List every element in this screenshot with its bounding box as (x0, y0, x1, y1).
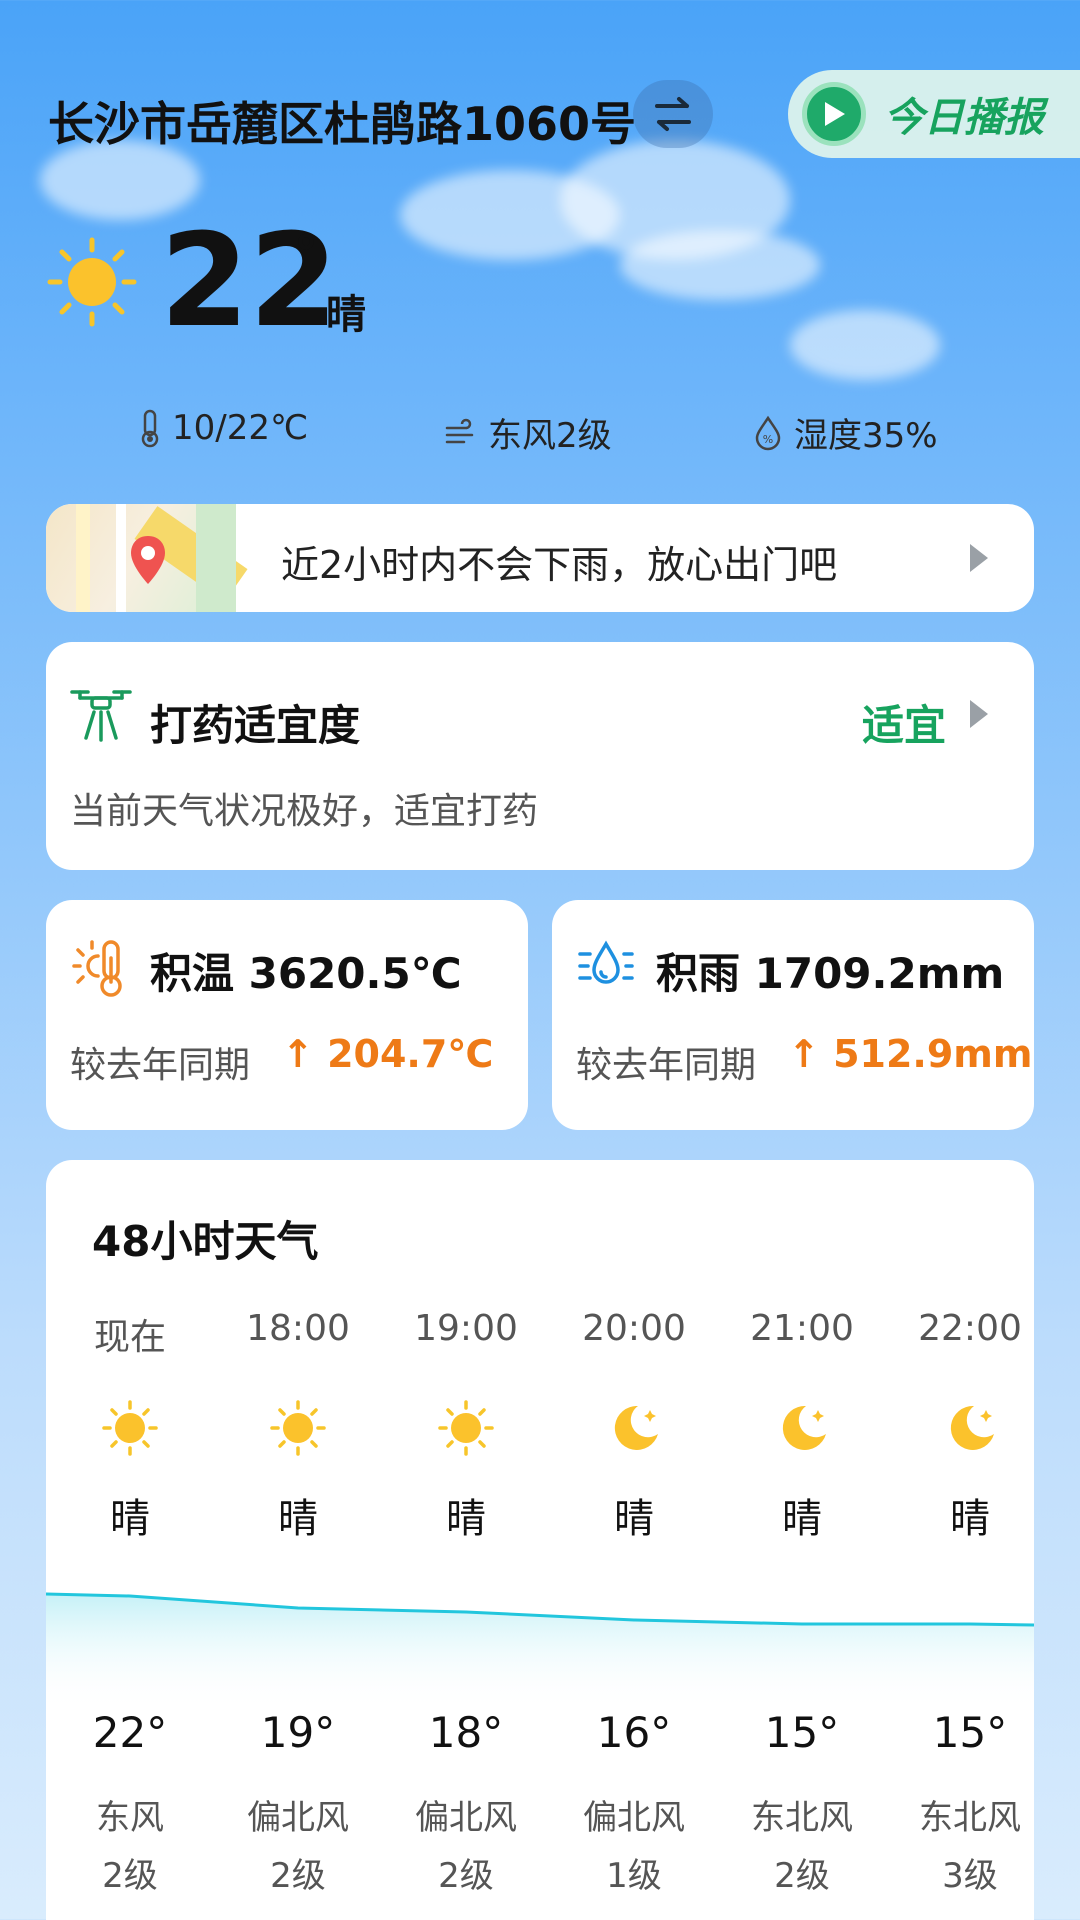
forecast-hour-wind-level: 3级 (942, 1856, 998, 1896)
drone-spray-icon (70, 690, 132, 742)
forecast-hour-condition: 晴 (614, 1496, 654, 1542)
forecast-title: 48小时天气 (92, 1217, 319, 1266)
forecast-hour-temp: 19° (260, 1708, 336, 1757)
forecast-hour-time: 20:00 (582, 1308, 686, 1349)
forecast-hour-icon (55, 1398, 205, 1458)
weather-stats: 10/22℃ 东风2级 % 湿度35% (0, 408, 1080, 458)
forecast-hour-temp: 15° (932, 1708, 1008, 1757)
forecast-hour-condition: 晴 (110, 1496, 150, 1542)
forecast-hour-wind: 东风 (96, 1798, 164, 1838)
sun-icon (47, 237, 137, 327)
forecast-hour-icon (559, 1398, 709, 1458)
sun-thermometer-icon (72, 940, 122, 997)
forecast-hour-icon (727, 1398, 877, 1458)
forecast-hour-icon (391, 1398, 541, 1458)
forecast-card: 48小时天气 现在晴 22° 东风 2级 18:00 晴 19° 偏北风 2级 19:00 晴 18°… (46, 1160, 1034, 1920)
humidity-value: 湿度35% (794, 416, 938, 456)
play-icon (802, 82, 866, 146)
svg-text:%: % (763, 433, 773, 446)
forecast-hour-time: 现在 (93, 1317, 166, 1358)
map-thumbnail (46, 504, 248, 612)
humidity-icon: % (755, 415, 781, 450)
temp-range: 10/22℃ (172, 408, 309, 448)
forecast-hour-condition: 晴 (278, 1496, 318, 1542)
forecast-hour-time: 19:00 (414, 1308, 518, 1349)
sun-icon (102, 1400, 158, 1456)
forecast-hour-wind-level: 2级 (438, 1856, 494, 1896)
forecast-hour-temp: 18° (428, 1708, 504, 1757)
accumulated-temp-compare: 较去年同期 (70, 1045, 251, 1086)
forecast-hour-temp: 15° (764, 1708, 840, 1757)
forecast-hour-wind: 偏北风 (415, 1798, 517, 1838)
moon-icon (614, 1405, 658, 1450)
forecast-hour-wind: 东北风 (919, 1798, 1021, 1838)
spray-status: 适宜 (862, 701, 947, 750)
wind-value: 东风2级 (488, 416, 612, 456)
location-pin-icon (131, 536, 165, 584)
swap-icon (655, 97, 691, 131)
forecast-hour-icon (895, 1398, 1034, 1458)
forecast-hour-wind: 偏北风 (247, 1798, 349, 1838)
accumulated-temp-card[interactable]: 积温 3620.5℃ 较去年同期 ↑ 204.7℃ (46, 900, 528, 1130)
forecast-hour-temp: 16° (596, 1708, 672, 1757)
cloud-decoration (620, 230, 820, 300)
sun-icon (270, 1400, 326, 1456)
forecast-hour-time: 22:00 (918, 1308, 1022, 1349)
wind-stat: 东风2级 (444, 408, 612, 457)
rain-notice-card[interactable]: 近2小时内不会下雨，放心出门吧 (46, 504, 1034, 612)
forecast-hour-time: 21:00 (750, 1308, 854, 1349)
forecast-hour-icon (223, 1398, 373, 1458)
moon-icon (950, 1405, 994, 1450)
temp-range-stat: 10/22℃ (138, 408, 308, 448)
accumulated-temp-title: 积温 3620.5℃ (150, 949, 462, 998)
forecast-hour-condition: 晴 (950, 1496, 990, 1542)
forecast-hour-wind-level: 2级 (270, 1856, 326, 1896)
forecast-hour-wind: 东北风 (751, 1798, 853, 1838)
forecast-hour-condition: 晴 (446, 1496, 486, 1542)
forecast-hour-wind-level: 2级 (774, 1856, 830, 1896)
forecast-hour-wind: 偏北风 (583, 1798, 685, 1838)
sun-icon (438, 1400, 494, 1456)
temperature-trend-line (46, 1592, 1034, 1710)
thermometer-icon (141, 409, 159, 448)
switch-location-button[interactable] (633, 80, 713, 148)
location-title[interactable]: 长沙市岳麓区杜鹃路1060号 (48, 88, 636, 154)
chevron-right-icon (970, 700, 988, 728)
chevron-right-icon (970, 544, 988, 572)
broadcast-label: 今日播报 (884, 95, 1044, 141)
forecast-hour-temp: 22° (92, 1708, 168, 1757)
accumulated-rain-title: 积雨 1709.2mm (656, 949, 1005, 998)
accumulated-rain-compare: 较去年同期 (576, 1045, 757, 1086)
spray-suitability-card[interactable]: 打药适宜度 适宜 当前天气状况极好，适宜打药 (46, 642, 1034, 870)
accumulated-temp-delta: ↑ 204.7℃ (282, 1032, 494, 1076)
accumulated-rain-delta: ↑ 512.9mm (788, 1032, 1033, 1076)
wind-icon (445, 418, 474, 443)
rain-drop-icon (578, 940, 634, 984)
rain-notice-text: 近2小时内不会下雨，放心出门吧 (281, 543, 838, 587)
cloud-decoration (790, 310, 940, 380)
accumulated-rain-card[interactable]: 积雨 1709.2mm 较去年同期 ↑ 512.9mm (552, 900, 1034, 1130)
forecast-hour-wind-level: 1级 (606, 1856, 662, 1896)
spray-description: 当前天气状况极好，适宜打药 (70, 791, 539, 832)
current-temperature-degree: ° (294, 226, 318, 282)
forecast-hour-time: 18:00 (246, 1308, 350, 1349)
forecast-hour-wind-level: 2级 (102, 1856, 158, 1896)
today-broadcast-button[interactable]: 今日播报 (788, 70, 1080, 158)
current-condition: 晴 (326, 292, 366, 338)
forecast-hour-condition: 晴 (782, 1496, 822, 1542)
header: 长沙市岳麓区杜鹃路1060号 今日播报 (48, 70, 1080, 160)
spray-title: 打药适宜度 (150, 701, 361, 750)
moon-icon (782, 1405, 826, 1450)
humidity-stat: % 湿度35% (752, 408, 938, 457)
